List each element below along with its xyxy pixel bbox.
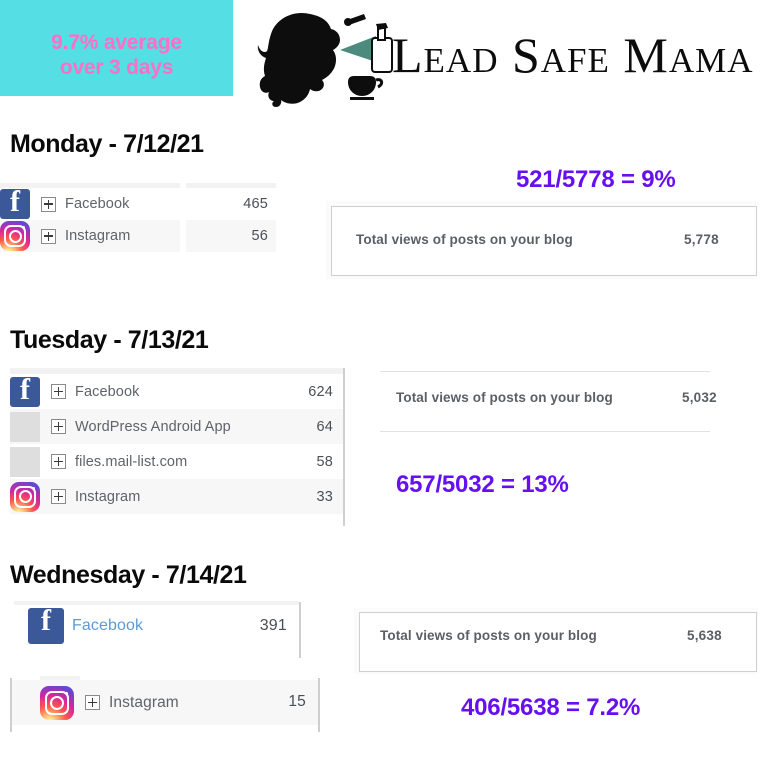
expand-plus-icon[interactable]: [51, 489, 66, 504]
expand-plus-icon[interactable]: [41, 228, 56, 244]
referrer-views: 15: [288, 693, 306, 710]
referrer-panel-monday: Facebook Instagram: [0, 183, 180, 252]
total-views-value: 5,778: [684, 232, 719, 247]
facebook-icon: [0, 185, 30, 219]
referrer-views: 56: [251, 228, 268, 244]
panel-left-edge-wednesday-bottom: [10, 678, 12, 732]
day-heading-tuesday: Tuesday - 7/13/21: [10, 326, 209, 354]
referrer-name: files.mail-list.com: [75, 453, 188, 470]
referrer-views: 465: [243, 196, 268, 212]
referrer-row[interactable]: Instagram: [0, 220, 180, 252]
total-views-label: Total views of posts on your blog: [396, 390, 613, 405]
referrer-panel-wednesday-bottom: Instagram 15: [10, 676, 320, 725]
referrer-name: WordPress Android App: [75, 418, 231, 435]
referrer-views-row: 56: [186, 220, 276, 252]
total-views-label: Total views of posts on your blog: [380, 628, 597, 643]
referrer-views-panel-monday: 465 56: [186, 183, 276, 252]
expand-plus-icon[interactable]: [51, 419, 66, 434]
referrer-views: 58: [316, 454, 333, 470]
instagram-icon: [0, 221, 30, 251]
instagram-icon: [40, 685, 74, 720]
infographic-page: 9.7% average over 3 days Lead Safe Mama: [0, 0, 768, 768]
referrer-row[interactable]: WordPress Android App 64: [10, 409, 343, 444]
referrer-row[interactable]: Facebook: [0, 185, 180, 220]
day-heading-monday: Monday - 7/12/21: [10, 130, 204, 158]
panel-scrollbar-wednesday-bottom[interactable]: [318, 678, 320, 732]
expand-plus-icon[interactable]: [51, 384, 66, 399]
ratio-text-monday: 521/5778 = 9%: [516, 166, 676, 193]
ratio-text-wednesday: 406/5638 = 7.2%: [461, 694, 641, 721]
brand-logo-text: Lead Safe Mama: [392, 27, 754, 83]
average-callout-banner: 9.7% average over 3 days: [0, 0, 233, 96]
referrer-name: Facebook: [65, 196, 130, 212]
referrer-views-row: 465: [186, 188, 276, 220]
expand-plus-icon[interactable]: [51, 454, 66, 469]
total-views-bottom-rule-tuesday: [380, 431, 710, 432]
referrer-views: 624: [308, 384, 333, 400]
referrer-name: Instagram: [75, 488, 141, 505]
blank-favicon-icon: [10, 411, 40, 442]
panel-scrollbar-tuesday[interactable]: [343, 368, 345, 526]
referrer-name: Instagram: [109, 693, 179, 711]
referrer-views: 64: [316, 419, 333, 435]
referrer-panel-tuesday: Facebook 624 WordPress Android App 64 fi…: [10, 368, 343, 514]
referrer-row[interactable]: Facebook 624: [10, 373, 343, 409]
referrer-name[interactable]: Facebook: [72, 617, 143, 635]
referrer-row[interactable]: Instagram 15: [10, 680, 320, 725]
instagram-icon: [10, 481, 40, 512]
facebook-icon: [28, 604, 64, 644]
referrer-views: 33: [316, 489, 333, 505]
ratio-text-tuesday: 657/5032 = 13%: [396, 471, 569, 498]
referrer-name: Facebook: [75, 383, 140, 400]
referrer-row[interactable]: Facebook 391: [14, 604, 299, 647]
total-views-value: 5,032: [682, 390, 717, 405]
average-callout-text: 9.7% average over 3 days: [0, 30, 233, 80]
brand-logo: Lead Safe Mama: [252, 4, 754, 110]
facebook-icon: [10, 373, 40, 407]
referrer-panel-wednesday-top: Facebook 391: [14, 601, 299, 647]
average-callout-line1: 9.7% average: [51, 31, 182, 54]
referrer-row[interactable]: Instagram 33: [10, 479, 343, 514]
total-views-label: Total views of posts on your blog: [356, 232, 573, 247]
day-heading-wednesday: Wednesday - 7/14/21: [10, 561, 247, 589]
referrer-row[interactable]: files.mail-list.com 58: [10, 444, 343, 479]
referrer-views: 391: [259, 617, 287, 634]
average-callout-line2: over 3 days: [59, 56, 174, 79]
panel-scrollbar-wednesday-top[interactable]: [299, 602, 301, 658]
referrer-name: Instagram: [65, 228, 131, 244]
expand-plus-icon[interactable]: [41, 196, 56, 212]
total-views-value: 5,638: [687, 628, 722, 643]
blank-favicon-icon: [10, 446, 40, 477]
expand-plus-icon[interactable]: [85, 695, 100, 710]
woman-silhouette-with-spray-bottle-icon: [257, 12, 393, 107]
